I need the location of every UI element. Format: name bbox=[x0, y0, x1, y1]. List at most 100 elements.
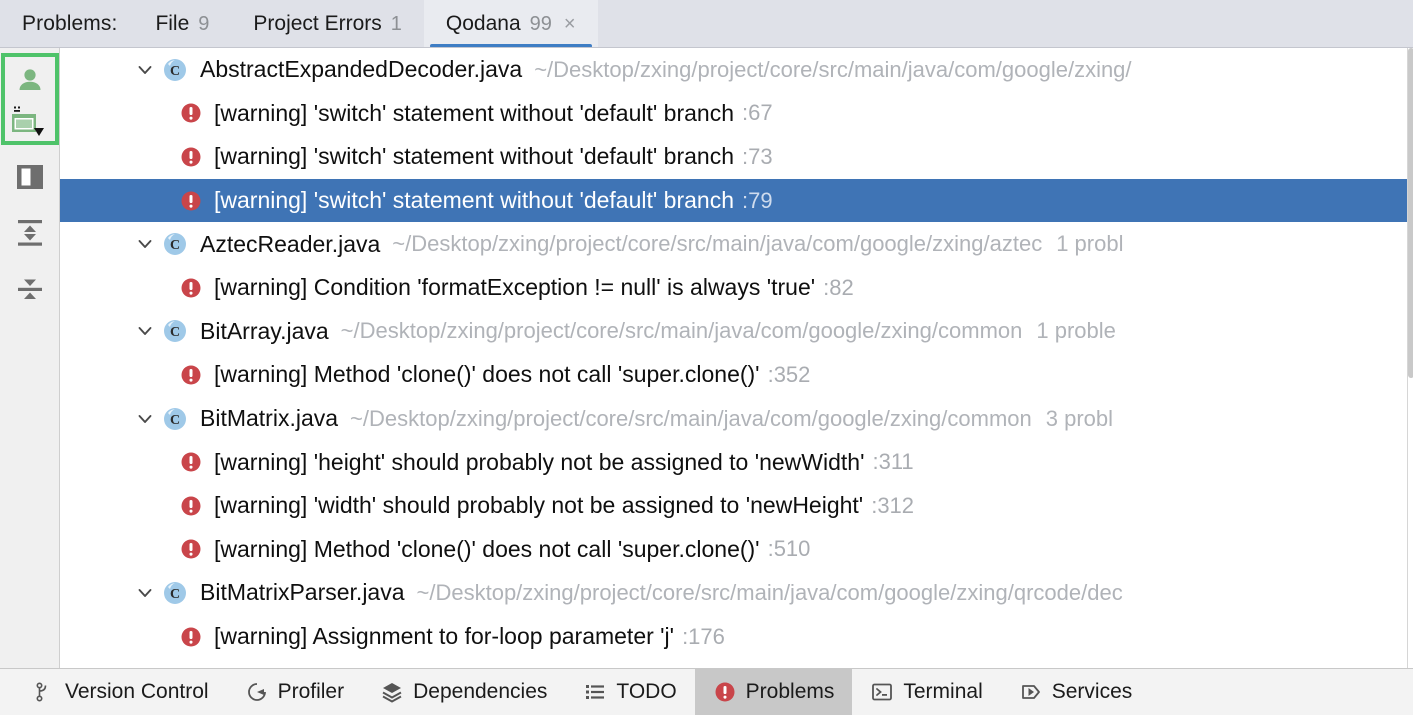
problem-message: [warning] 'height' should probably not b… bbox=[214, 448, 865, 475]
file-path: ~/Desktop/zxing/project/core/src/main/ja… bbox=[416, 579, 1123, 605]
problem-message: [warning] 'width' should probably not be… bbox=[214, 492, 864, 519]
close-icon[interactable]: × bbox=[564, 14, 576, 34]
file-name: BitMatrixParser.java bbox=[200, 579, 405, 606]
chevron-down-icon[interactable] bbox=[130, 584, 160, 602]
chevron-down-icon[interactable] bbox=[130, 235, 160, 253]
play-icon bbox=[1019, 680, 1043, 704]
chevron-down-icon[interactable] bbox=[130, 61, 160, 79]
tab-label: Qodana bbox=[445, 12, 521, 35]
problems-body: C AbstractExpandedDecoder.java ~/Desktop/… bbox=[0, 48, 1413, 668]
chevron-down-icon[interactable] bbox=[130, 410, 160, 428]
tab-list: File 9 Project Errors 1 Qodana 99 × bbox=[133, 0, 598, 48]
statusbar-item-dependencies[interactable]: Dependencies bbox=[362, 669, 565, 715]
problem-message: [warning] Assignment to for-loop paramet… bbox=[214, 623, 675, 650]
tree-row-problem[interactable]: [warning] 'width' should probably not be… bbox=[60, 484, 1413, 528]
tab-project-errors[interactable]: Project Errors 1 bbox=[231, 0, 423, 48]
error-icon bbox=[178, 190, 204, 212]
expand-all-icon[interactable] bbox=[9, 212, 51, 254]
svg-text:C: C bbox=[170, 64, 180, 79]
user-profile-icon[interactable] bbox=[9, 60, 51, 102]
error-icon bbox=[178, 364, 204, 386]
file-name: BitMatrix.java bbox=[200, 405, 339, 432]
highlighted-tool-group bbox=[0, 53, 59, 145]
problems-tool-window: Problems: File 9 Project Errors 1 Qodana 99 × bbox=[0, 0, 1413, 715]
problem-message: [warning] 'switch' statement without 'de… bbox=[214, 187, 734, 214]
file-name: AztecReader.java bbox=[200, 230, 381, 257]
tree-row-problem[interactable]: [warning] 'switch' statement without 'de… bbox=[60, 178, 1413, 223]
problems-tabstrip: Problems: File 9 Project Errors 1 Qodana 99 × bbox=[0, 0, 1413, 48]
chevron-down-icon[interactable] bbox=[130, 322, 160, 340]
tree-row-file[interactable]: C BitMatrix.java ~/Desktop/zxing/project/… bbox=[60, 397, 1413, 441]
problem-count-label: 3 probl bbox=[1045, 405, 1114, 431]
problem-line-number: :312 bbox=[871, 492, 915, 518]
bottom-status-bar: Version Control Profiler Dependencies TO… bbox=[0, 668, 1413, 715]
tree-row-problem[interactable]: [warning] 'switch' statement without 'de… bbox=[60, 135, 1413, 179]
tree-row-problem[interactable]: [warning] Condition 'formatException != … bbox=[60, 266, 1413, 310]
statusbar-item-label: Problems bbox=[745, 680, 835, 703]
tree-row-problem[interactable]: [warning] 'switch' statement without 'de… bbox=[60, 92, 1413, 136]
file-path: ~/Desktop/zxing/project/core/src/main/ja… bbox=[392, 231, 1043, 257]
problem-line-number: :73 bbox=[742, 143, 773, 169]
list-icon bbox=[583, 680, 607, 704]
tree-row-problem[interactable]: [warning] 'height' should probably not b… bbox=[60, 440, 1413, 484]
problem-message: [warning] 'switch' statement without 'de… bbox=[214, 143, 734, 170]
statusbar-item-label: TODO bbox=[616, 680, 677, 703]
vertical-scrollbar[interactable] bbox=[1407, 48, 1413, 668]
svg-text:C: C bbox=[170, 238, 180, 253]
problem-message: [warning] 'switch' statement without 'de… bbox=[214, 99, 734, 126]
error-icon bbox=[178, 102, 204, 124]
statusbar-item-services[interactable]: Services bbox=[1001, 669, 1151, 715]
error-icon bbox=[178, 538, 204, 560]
error-icon bbox=[178, 146, 204, 168]
tree-row-file[interactable]: C AbstractExpandedDecoder.java ~/Desktop/… bbox=[60, 48, 1413, 92]
preview-panel-dropdown-icon[interactable] bbox=[9, 104, 51, 138]
java-class-icon: C bbox=[160, 580, 190, 606]
error-icon bbox=[178, 495, 204, 517]
file-path: ~/Desktop/zxing/project/core/src/main/ja… bbox=[534, 56, 1132, 82]
java-class-icon: C bbox=[160, 231, 190, 257]
problem-message: [warning] Condition 'formatException != … bbox=[214, 274, 816, 301]
page-title: Problems: bbox=[22, 12, 118, 35]
file-name: BitArray.java bbox=[200, 317, 329, 344]
tree-row-problem[interactable]: [warning] Method 'clone()' does not call… bbox=[60, 528, 1413, 572]
java-class-icon: C bbox=[160, 318, 190, 344]
svg-text:C: C bbox=[170, 587, 180, 602]
tree-row-file[interactable]: C AztecReader.java ~/Desktop/zxing/projec… bbox=[60, 222, 1413, 266]
svg-text:C: C bbox=[170, 413, 180, 428]
problem-count-label: 1 probl bbox=[1056, 231, 1124, 257]
error-icon bbox=[178, 451, 204, 473]
tree-row-problem[interactable]: [warning] Method 'clone()' does not call… bbox=[60, 353, 1413, 397]
problem-line-number: :352 bbox=[767, 361, 811, 387]
problem-line-number: :311 bbox=[872, 449, 914, 475]
statusbar-item-version-control[interactable]: Version Control bbox=[14, 669, 227, 715]
tab-file[interactable]: File 9 bbox=[133, 0, 231, 48]
collapse-all-icon[interactable] bbox=[9, 268, 51, 310]
scrollbar-thumb[interactable] bbox=[1408, 48, 1413, 378]
problems-tree[interactable]: C AbstractExpandedDecoder.java ~/Desktop/… bbox=[60, 48, 1413, 668]
java-class-icon: C bbox=[160, 57, 190, 83]
tab-count-badge: 1 bbox=[390, 12, 402, 35]
problem-count-label: 1 proble bbox=[1036, 318, 1116, 344]
problem-message: [warning] Method 'clone()' does not call… bbox=[214, 361, 760, 388]
statusbar-item-label: Profiler bbox=[277, 680, 345, 703]
tab-label: Project Errors bbox=[253, 12, 382, 35]
tree-row-problem[interactable]: [warning] Assignment to for-loop paramet… bbox=[60, 615, 1413, 659]
statusbar-item-terminal[interactable]: Terminal bbox=[852, 669, 1000, 715]
statusbar-item-problems[interactable]: Problems bbox=[694, 669, 853, 715]
statusbar-item-profiler[interactable]: Profiler bbox=[227, 669, 363, 715]
statusbar-item-label: Dependencies bbox=[413, 680, 548, 703]
left-toolbar bbox=[0, 48, 60, 668]
tab-count-badge: 9 bbox=[198, 12, 210, 35]
java-class-icon: C bbox=[160, 406, 190, 432]
tree-row-file[interactable]: C BitArray.java ~/Desktop/zxing/project/c… bbox=[60, 310, 1413, 354]
error-icon bbox=[713, 680, 737, 704]
split-view-icon[interactable] bbox=[9, 156, 51, 198]
profiler-icon bbox=[245, 680, 269, 704]
statusbar-item-todo[interactable]: TODO bbox=[565, 669, 694, 715]
layers-icon bbox=[380, 680, 404, 704]
tab-label: File bbox=[155, 12, 190, 35]
tree-row-file[interactable]: C BitMatrixParser.java ~/Desktop/zxing/pr… bbox=[60, 571, 1413, 615]
file-path: ~/Desktop/zxing/project/core/src/main/ja… bbox=[340, 318, 1023, 344]
tab-qodana[interactable]: Qodana 99 × bbox=[423, 0, 598, 48]
terminal-icon bbox=[870, 680, 894, 704]
